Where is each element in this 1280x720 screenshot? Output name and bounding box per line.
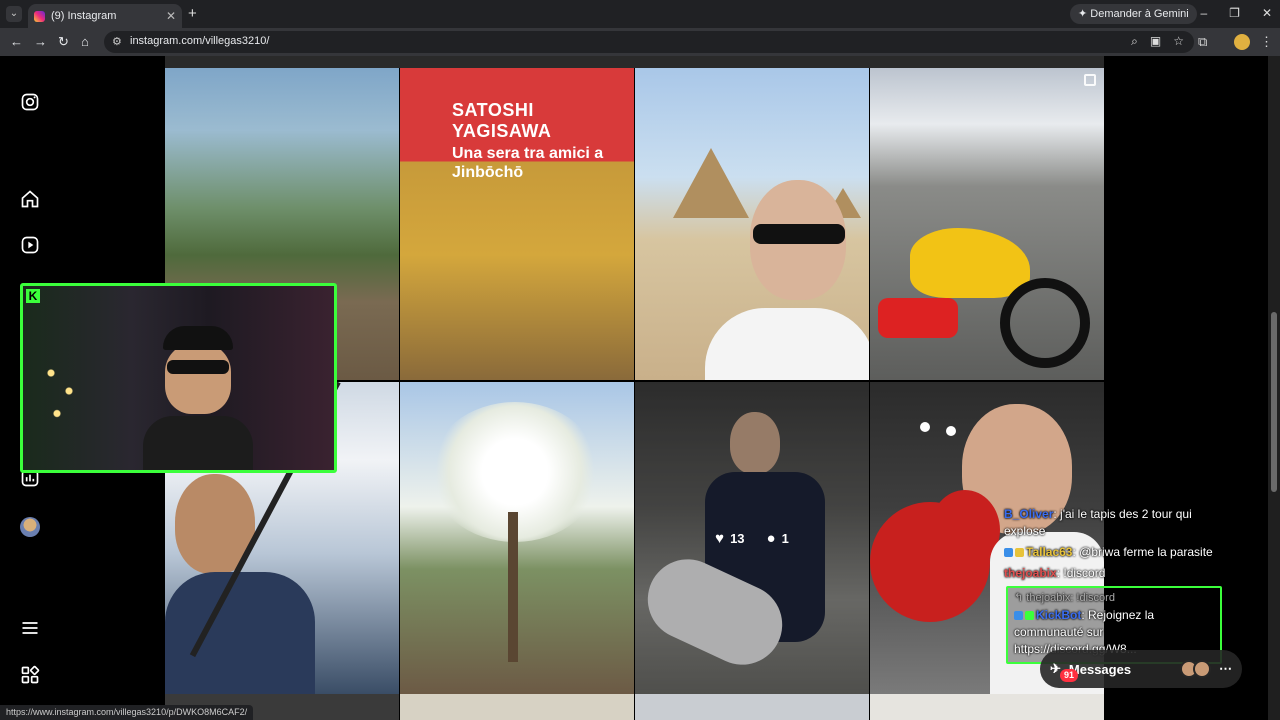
reply-text: thejoabix: !discord [1026,592,1115,604]
webcam-overlay: K [20,283,337,473]
site-info-icon[interactable]: ⚙ [112,35,122,48]
kick-logo-icon: K [26,289,40,303]
bookmark-star-icon[interactable]: ☆ [1173,34,1184,49]
chat-username: Tallac63 [1026,545,1073,559]
back-arrow-icon[interactable]: ← [10,34,23,49]
window-controls: – ❐ ✕ [1200,6,1272,20]
post-book[interactable]: SATOSHI YAGISAWA Una sera tra amici a Ji… [400,68,634,380]
forward-arrow-icon[interactable]: → [34,34,47,49]
profile-avatar[interactable] [20,517,40,537]
book-title: Una sera tra amici a Jinbōchō [452,145,604,181]
bot-badge-icon [1014,611,1023,621]
post-row-next[interactable] [870,694,1104,720]
post-dojo[interactable]: ♥ 13 ● 1 [635,382,869,694]
fisher-shirt [165,572,315,694]
gift-badge-icon [1015,548,1024,558]
likes-stat: ♥ 13 [715,530,744,547]
new-tab-button[interactable]: + [188,5,197,22]
more-apps-icon[interactable] [20,665,40,685]
comments-stat: ● 1 [767,530,789,547]
browser-toolbar: ← → ↻ ⌂ ⚙ instagram.com/villegas3210/ ⌕ … [0,28,1280,56]
motorcycle-tank [910,228,1030,298]
browser-tab-instagram[interactable]: (9) Instagram ✕ [28,4,182,28]
chat-username: B_Oliver [1004,507,1054,521]
chat-message: Tallac63: @briwa ferme la parasite [1004,544,1234,561]
streamer-shirt [143,416,253,470]
browser-tabstrip: ⌄ (9) Instagram ✕ + ✦ Demander à Gemini … [0,0,1280,28]
menu-icon[interactable] [20,618,40,638]
zoom-icon[interactable]: ⌕ [1131,34,1138,49]
stream-chat-overlay: B_Oliver: j'ai le tapis des 2 tour qui e… [1004,506,1234,664]
close-window-button[interactable]: ✕ [1262,6,1272,20]
chat-username: thejoabix [1004,566,1057,580]
address-bar-actions: ⌕ ▣ ☆ [1131,34,1184,49]
streamer [143,326,253,470]
recent-contacts [1180,660,1211,678]
chat-text: : !discord [1056,566,1106,580]
profile-avatar-icon[interactable] [1234,34,1250,50]
home-browser-icon[interactable]: ⌂ [81,34,89,49]
ceiling-light [946,426,956,436]
fairy-lights [33,346,93,436]
post-pyramids[interactable] [635,68,869,380]
messages-label: Messages [1068,661,1132,677]
sub-badge-icon [1004,548,1013,558]
url-text[interactable]: instagram.com/villegas3210/ [130,35,269,47]
book-cover-text: SATOSHI YAGISAWA Una sera tra amici a Ji… [452,100,632,182]
messages-count-badge: 91 [1060,669,1079,682]
chat-message: B_Oliver: j'ai le tapis des 2 tour qui e… [1004,506,1234,540]
contact-avatar [1193,660,1211,678]
gemini-button[interactable]: ✦ Demander à Gemini [1070,4,1197,24]
page-scrollbar[interactable] [1268,56,1280,720]
motorcycle-red-part [878,298,958,338]
instagram-favicon-icon [34,10,45,22]
likes-count: 13 [730,530,745,546]
gemini-label: Demander à Gemini [1090,8,1189,20]
reload-icon[interactable]: ↻ [58,34,69,50]
streamer-glasses [167,360,229,374]
post-motorcycle[interactable] [870,68,1104,380]
tree-trunk [508,512,518,662]
streamer-headset [163,326,233,350]
carousel-icon [1084,74,1096,86]
restore-button[interactable]: ❐ [1229,6,1240,20]
minimize-button[interactable]: – [1200,6,1207,20]
tab-title: (9) Instagram [51,10,117,22]
heart-icon: ♥ [715,529,725,547]
home-icon[interactable] [20,189,40,209]
motorcycle-wheel [1000,278,1090,368]
extensions-icon[interactable]: ⧉ [1198,34,1207,50]
chat-text: : Rejoignez la communauté sur https://di… [1014,608,1155,656]
tab-search-button[interactable]: ⌄ [6,6,22,22]
link-status-bar: https://www.instagram.com/villegas3210/p… [0,705,254,720]
post-row-next[interactable] [635,694,869,720]
white-shirt [705,308,869,380]
book-author: SATOSHI YAGISAWA [452,100,552,141]
post-hover-overlay: ♥ 13 ● 1 [635,382,869,694]
chat-username: KickBot [1036,608,1082,622]
post-row-next[interactable] [400,694,634,720]
reels-icon[interactable] [20,235,40,255]
tab-close-icon[interactable]: ✕ [166,9,176,23]
instagram-icon[interactable] [20,92,40,112]
verified-badge-icon [1025,611,1034,621]
messages-button[interactable]: ✈ 91 Messages ⋯ [1040,650,1242,688]
grid-top-edge [165,56,1104,68]
address-bar[interactable]: ⚙ instagram.com/villegas3210/ ⌕ ▣ ☆ [104,31,1194,53]
comment-bubble-icon: ● [766,529,776,547]
chat-message: thejoabix: !discord [1004,565,1234,582]
pyramid-shape [673,148,749,218]
chat-reply-preview: ↰ thejoabix: !discord [1014,592,1115,604]
cast-icon[interactable]: ▣ [1150,34,1161,49]
chat-text: : @briwa ferme la parasite [1072,545,1213,559]
browser-menu-icon[interactable]: ⋮ [1260,34,1273,50]
more-dots-icon[interactable]: ⋯ [1219,661,1232,677]
ceiling-light [920,422,930,432]
post-blossom-tree[interactable] [400,382,634,694]
scrollbar-thumb[interactable] [1271,312,1277,492]
comments-count: 1 [781,530,789,546]
streamer-face [165,344,231,414]
sunglasses [753,224,845,244]
